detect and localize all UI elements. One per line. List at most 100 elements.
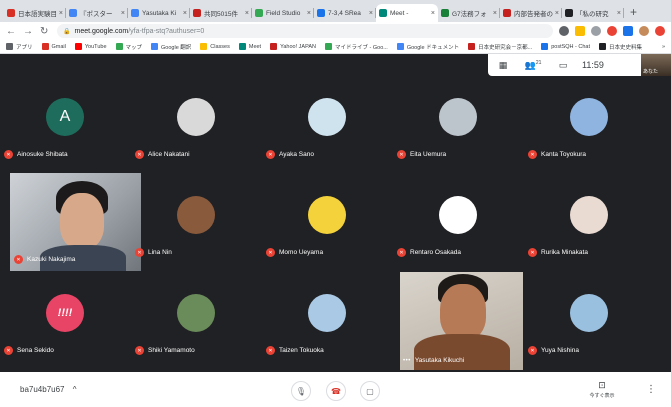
tab-title: 日本語実験目 — [18, 11, 57, 18]
bookmark-item[interactable]: postSQH - Chat — [541, 43, 590, 50]
new-tab-button[interactable]: + — [630, 4, 637, 22]
tab-close-icon[interactable]: × — [369, 10, 373, 17]
tab-close-icon[interactable]: × — [183, 10, 187, 17]
participant-avatar — [308, 98, 346, 136]
star-icon[interactable] — [575, 26, 585, 36]
extension-icon-3[interactable] — [623, 26, 633, 36]
tab-title: 『ポスター — [80, 11, 113, 18]
bookmarks-overflow-icon[interactable]: » — [662, 44, 665, 50]
participant-name: Alice Nakatani — [148, 151, 190, 158]
tab-title: G7法務フォ — [452, 11, 487, 18]
bookmark-item[interactable]: アプリ — [6, 43, 33, 51]
tab-close-icon[interactable]: × — [431, 10, 435, 17]
bookmark-item[interactable]: Google 翻訳 — [151, 43, 191, 51]
bookmark-item[interactable]: YouTube — [74, 43, 107, 50]
participant-nameplate: ✕ Sena Sekido — [4, 346, 54, 355]
browser-tab[interactable]: 共同5015件 × — [190, 4, 252, 22]
participant-tile[interactable]: !!!! ✕ Sena Sekido — [0, 262, 130, 360]
bookmark-item[interactable]: Gmail — [41, 43, 66, 50]
back-icon[interactable]: ← — [6, 26, 16, 37]
tab-favicon-icon — [7, 9, 15, 17]
participant-tile[interactable]: ✕ Kazuki Nakajima — [0, 164, 141, 271]
bookmark-icon — [151, 43, 159, 50]
bookmark-icon — [6, 43, 13, 50]
meeting-details[interactable]: ba7u4b7u67 ^ — [20, 385, 77, 394]
forward-icon[interactable]: → — [23, 26, 33, 37]
bookmark-item[interactable]: Meet — [238, 43, 261, 50]
extension-icon-4[interactable] — [655, 26, 665, 36]
participant-tile[interactable]: ✕ Momo Ueyama — [262, 164, 392, 262]
bookmark-label: 日本史史料集 — [609, 44, 643, 51]
bookmarks-bar: アプリ Gmail YouTube マップ Google 翻訳 Classes Meet Ya… — [0, 40, 671, 54]
tab-close-icon[interactable]: × — [493, 10, 497, 17]
tab-title: Field Studio — [266, 9, 301, 17]
participant-tile[interactable]: ✕ Eita Uemura — [393, 66, 523, 164]
participant-tile[interactable]: ✕ Rurika Minakata — [524, 164, 654, 262]
url-host: meet.google.com — [74, 27, 129, 35]
tab-close-icon[interactable]: × — [307, 10, 311, 17]
more-options-icon[interactable]: ⋮ — [646, 384, 656, 395]
participant-tile[interactable]: ••• Yasutaka Kikuchi — [393, 262, 523, 370]
participant-tile[interactable]: ✕ Ayaka Sano — [262, 66, 392, 164]
camera-button[interactable]: ▢ — [360, 381, 380, 401]
hang-up-button[interactable]: ☎ — [326, 381, 346, 401]
tab-favicon-icon — [379, 9, 387, 17]
participant-name: Shiki Yamamoto — [148, 347, 195, 354]
tab-close-icon[interactable]: × — [245, 10, 249, 17]
participant-avatar — [439, 98, 477, 136]
mic-muted-icon: ✕ — [266, 248, 275, 257]
participant-tile[interactable]: ✕ Lina Nin — [131, 164, 261, 262]
url-field[interactable]: 🔒 meet.google.com/yfa-tfpa-stq?authuser=… — [57, 24, 553, 38]
browser-tab[interactable]: Meet - × — [376, 4, 438, 22]
mic-muted-icon: ✕ — [528, 150, 537, 159]
tab-close-icon[interactable]: × — [59, 10, 63, 17]
present-label: 今すぐ表示 — [589, 393, 615, 399]
bookmark-label: マップ — [125, 44, 143, 51]
bookmark-icon — [115, 43, 123, 50]
extension-icon-2[interactable] — [607, 26, 617, 36]
participant-tile[interactable]: ✕ Shiki Yamamoto — [131, 262, 261, 360]
bookmark-item[interactable]: Yahoo! JAPAN — [270, 43, 316, 50]
participant-tile[interactable]: ✕ Rentaro Osakada — [393, 164, 523, 262]
mic-muted-icon: ✕ — [397, 248, 406, 257]
microphone-button[interactable]: 🎙 — [291, 381, 311, 401]
participant-name: Eita Uemura — [410, 151, 447, 158]
tab-close-icon[interactable]: × — [121, 10, 125, 17]
avatar-initial: !!!! — [57, 307, 73, 319]
participant-name: Taizen Tokuoka — [279, 347, 324, 354]
reload-icon[interactable]: ↻ — [40, 26, 48, 37]
participant-nameplate: ✕ Momo Ueyama — [266, 248, 323, 257]
browser-tab[interactable]: 『ポスター × — [66, 4, 128, 22]
participant-name: Lina Nin — [148, 249, 172, 256]
bookmark-item[interactable]: 日本史史料集 — [599, 43, 642, 51]
participant-name: Yuya Nishina — [541, 347, 579, 354]
profile-avatar-icon[interactable] — [639, 26, 649, 36]
browser-tab[interactable]: 7-3,4 SRea × — [314, 4, 376, 22]
bookmark-item[interactable]: Google ドキュメント — [396, 43, 459, 51]
mic-muted-icon: ✕ — [4, 346, 13, 355]
browser-tab[interactable]: Field Studio × — [252, 4, 314, 22]
bookmark-item[interactable]: 日本史研究会－京都... — [468, 43, 532, 51]
participant-tile[interactable]: A ✕ Ainosuke Shibata — [0, 66, 130, 164]
mic-muted-icon: ✕ — [528, 248, 537, 257]
browser-tab[interactable]: 「私の研究 × — [562, 4, 624, 22]
browser-tab[interactable]: 日本語実験目 × — [4, 4, 66, 22]
mic-muted-icon: ✕ — [266, 346, 275, 355]
browser-tab[interactable]: Yasutaka Ki × — [128, 4, 190, 22]
browser-tab[interactable]: G7法務フォ × — [438, 4, 500, 22]
camera-permission-icon[interactable] — [559, 26, 569, 36]
present-now-button[interactable]: ⊡ 今すぐ表示 — [584, 380, 620, 399]
participant-tile[interactable]: ✕ Taizen Tokuoka — [262, 262, 392, 360]
extension-icon[interactable] — [591, 26, 601, 36]
participant-tile[interactable]: ✕ Alice Nakatani — [131, 66, 261, 164]
bookmark-item[interactable]: マップ — [115, 43, 143, 51]
bookmark-item[interactable]: マイドライブ - Goo... — [324, 43, 388, 51]
participant-tile[interactable]: ✕ Kanta Toyokura — [524, 66, 654, 164]
tab-close-icon[interactable]: × — [617, 10, 621, 17]
browser-tab[interactable]: 内部告発者の × — [500, 4, 562, 22]
participant-nameplate: ✕ Rurika Minakata — [528, 248, 588, 257]
participant-tile[interactable]: ✕ Yuya Nishina — [524, 262, 654, 360]
participants-count: 21 — [535, 59, 542, 66]
tab-close-icon[interactable]: × — [555, 10, 559, 17]
bookmark-item[interactable]: Classes — [200, 43, 230, 50]
